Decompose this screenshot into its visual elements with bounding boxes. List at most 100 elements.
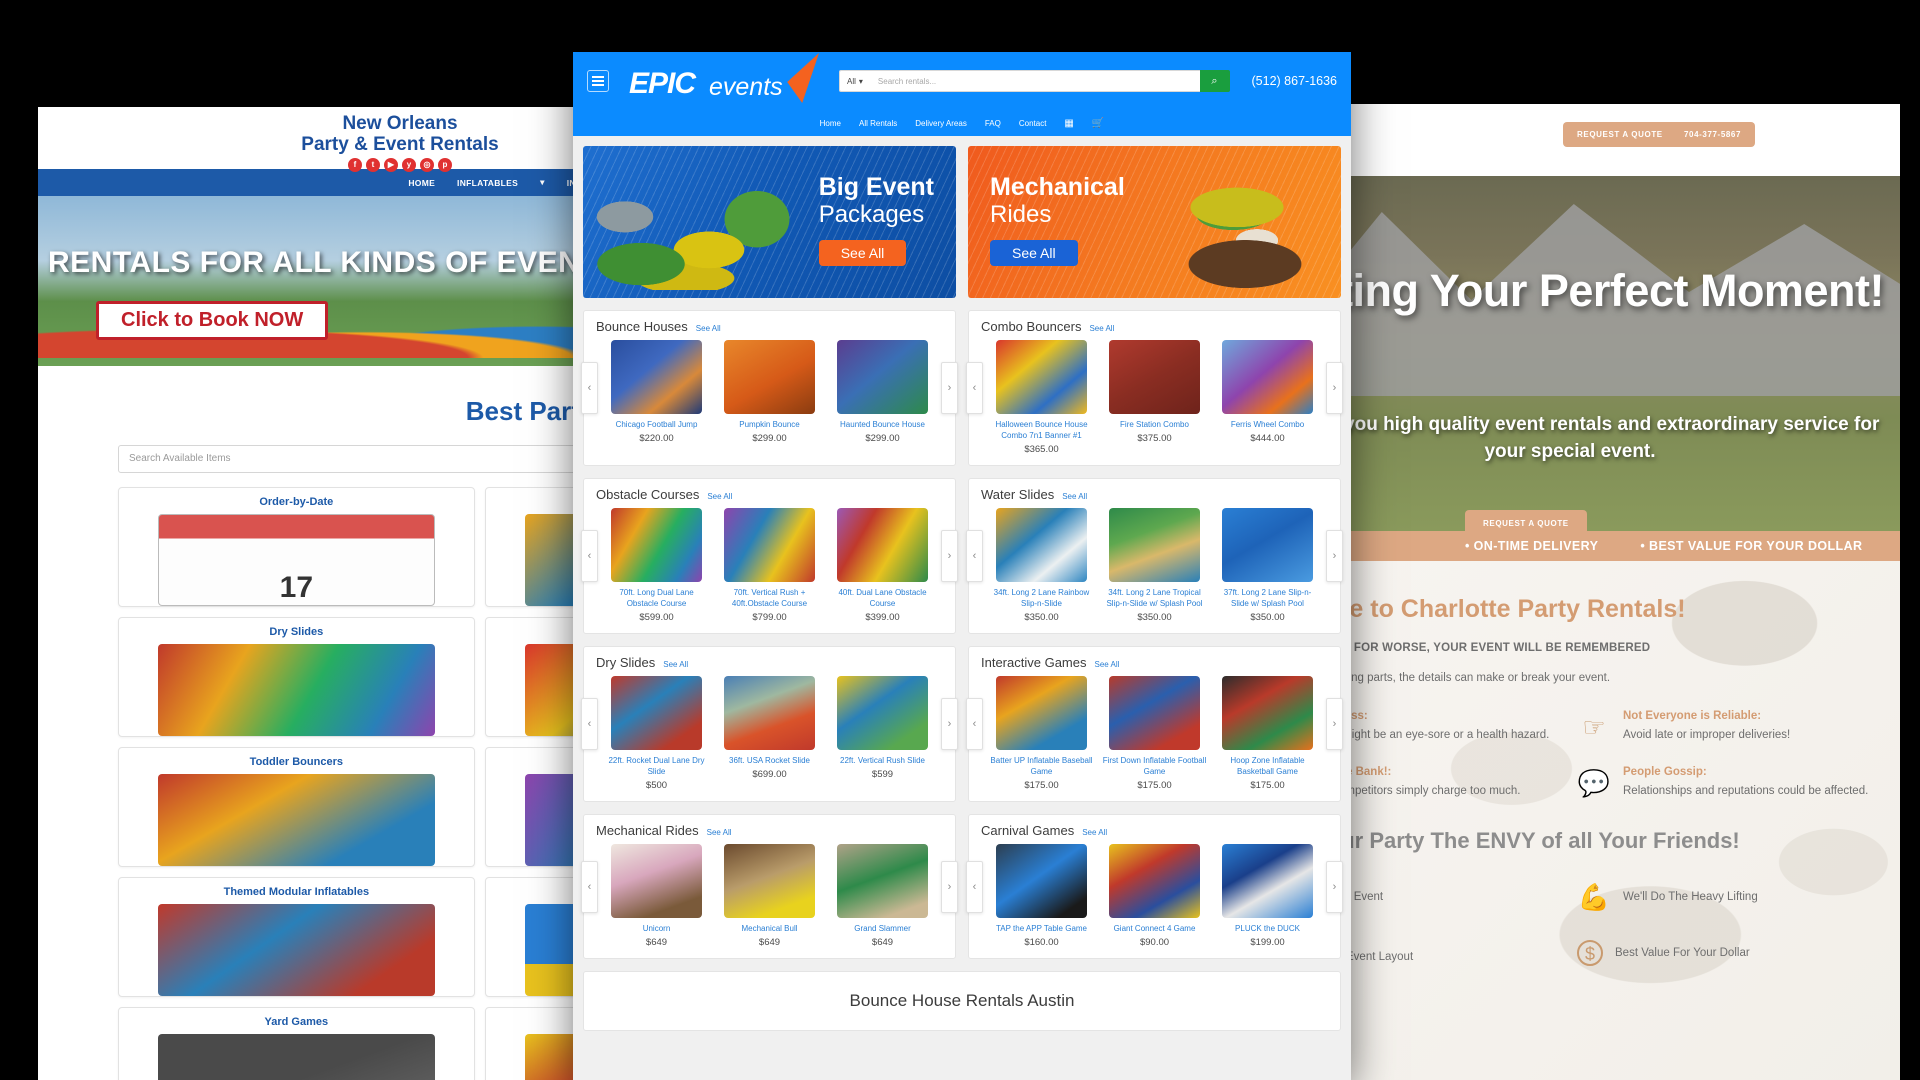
social-icons[interactable]: f t ▶ y ◎ p (230, 158, 570, 172)
book-now-button[interactable]: Click to Book NOW (96, 301, 329, 340)
nav-item-faq[interactable]: FAQ (985, 119, 1001, 128)
menu-icon[interactable] (587, 70, 609, 92)
epic-events-logo[interactable]: EPIC events (619, 53, 829, 103)
product-name[interactable]: Pumpkin Bounce (717, 419, 822, 430)
product-name[interactable]: 37ft. Long 2 Lane Slip-n-Slide w/ Splash… (1215, 587, 1320, 609)
product-card[interactable]: Ferris Wheel Combo $444.00 (1211, 338, 1324, 455)
carousel-next-icon[interactable]: › (1326, 860, 1343, 913)
category-card[interactable]: Toddler Bouncers (118, 747, 475, 867)
epic-events-browser-window[interactable]: EPIC events All ▾ Search rentals... ⌕ (5… (573, 52, 1351, 1080)
product-name[interactable]: 22ft. Vertical Rush Slide (830, 755, 935, 766)
search-input[interactable]: Search rentals... (869, 70, 1200, 92)
carousel-prev-icon[interactable]: ‹ (966, 698, 983, 750)
product-name[interactable]: Batter UP Inflatable Baseball Game (989, 755, 1094, 777)
request-quote-button-hero[interactable]: REQUEST A QUOTE (1465, 510, 1587, 531)
cart-icon[interactable]: 🛒 (1092, 118, 1104, 129)
product-card[interactable]: 36ft. USA Rocket Slide $699.00 (713, 674, 826, 791)
product-name[interactable]: 34ft. Long 2 Lane Rainbow Slip-n-Slide (989, 587, 1094, 609)
product-card[interactable]: PLUCK the DUCK $199.00 (1211, 842, 1324, 948)
product-name[interactable]: Fire Station Combo (1102, 419, 1207, 430)
carousel-prev-icon[interactable]: ‹ (581, 362, 598, 414)
product-card[interactable]: Haunted Bounce House $299.00 (826, 338, 939, 444)
nav-item-home[interactable]: HOME (408, 178, 435, 188)
carousel-next-icon[interactable]: › (1326, 362, 1343, 414)
request-quote-button-top[interactable]: REQUEST A QUOTE (1563, 122, 1677, 147)
product-name[interactable]: Grand Slammer (830, 923, 935, 934)
category-card[interactable]: Yard Games (118, 1007, 475, 1080)
see-all-link[interactable]: See All (1082, 828, 1107, 837)
product-name[interactable]: Chicago Football Jump (604, 419, 709, 430)
product-card[interactable]: Unicorn $649 (600, 842, 713, 948)
nav-item-all-rentals[interactable]: All Rentals (859, 119, 897, 128)
product-name[interactable]: Hoop Zone Inflatable Basketball Game (1215, 755, 1320, 777)
product-name[interactable]: PLUCK the DUCK (1215, 923, 1320, 934)
product-name[interactable]: Giant Connect 4 Game (1102, 923, 1207, 934)
nav-item-home[interactable]: Home (820, 119, 841, 128)
product-name[interactable]: 40ft. Dual Lane Obstacle Course (830, 587, 935, 609)
product-name[interactable]: Unicorn (604, 923, 709, 934)
carousel-prev-icon[interactable]: ‹ (581, 530, 598, 582)
product-name[interactable]: 70ft. Long Dual Lane Obstacle Course (604, 587, 709, 609)
epic-nav[interactable]: Home All Rentals Delivery Areas FAQ Cont… (573, 110, 1351, 136)
product-card[interactable]: 22ft. Rocket Dual Lane Dry Slide $500 (600, 674, 713, 791)
yelp-icon[interactable]: y (402, 158, 416, 172)
search-scope-dropdown[interactable]: All ▾ (839, 70, 870, 92)
charlotte-browser-window[interactable]: REQUEST A QUOTE 704-377-5867 Creating Yo… (1345, 104, 1900, 1080)
product-card[interactable]: Halloween Bounce House Combo 7n1 Banner … (985, 338, 1098, 455)
carousel-next-icon[interactable]: › (1326, 698, 1343, 750)
product-card[interactable]: Batter UP Inflatable Baseball Game $175.0… (985, 674, 1098, 791)
product-card[interactable]: 37ft. Long 2 Lane Slip-n-Slide w/ Splash… (1211, 506, 1324, 623)
product-card[interactable]: 70ft. Vertical Rush + 40ft.Obstacle Cour… (713, 506, 826, 623)
product-name[interactable]: 36ft. USA Rocket Slide (717, 755, 822, 766)
phone-button-top[interactable]: 704-377-5867 (1670, 122, 1756, 147)
product-name[interactable]: 22ft. Rocket Dual Lane Dry Slide (604, 755, 709, 777)
product-name[interactable]: Halloween Bounce House Combo 7n1 Banner … (989, 419, 1094, 441)
product-name[interactable]: Haunted Bounce House (830, 419, 935, 430)
product-card[interactable]: Fire Station Combo $375.00 (1098, 338, 1211, 455)
banner-see-all-button[interactable]: See All (818, 240, 907, 266)
product-card[interactable]: 34ft. Long 2 Lane Tropical Slip-n-Slide … (1098, 506, 1211, 623)
nav-item-delivery-areas[interactable]: Delivery Areas (915, 119, 967, 128)
instagram-icon[interactable]: ◎ (420, 158, 434, 172)
banner-mechanical-rides[interactable]: Mechanical Rides See All (968, 146, 1341, 298)
carousel-next-icon[interactable]: › (941, 362, 958, 414)
carousel-prev-icon[interactable]: ‹ (581, 698, 598, 750)
nav-item-inflatables[interactable]: INFLATABLES (457, 178, 518, 188)
see-all-link[interactable]: See All (1062, 492, 1087, 501)
carousel-next-icon[interactable]: › (941, 698, 958, 750)
see-all-link[interactable]: See All (707, 492, 732, 501)
product-card[interactable]: Hoop Zone Inflatable Basketball Game $175… (1211, 674, 1324, 791)
carousel-next-icon[interactable]: › (941, 530, 958, 582)
carousel-prev-icon[interactable]: ‹ (966, 530, 983, 582)
product-name[interactable]: First Down Inflatable Football Game (1102, 755, 1207, 777)
product-name[interactable]: TAP the APP Table Game (989, 923, 1094, 934)
twitter-icon[interactable]: t (366, 158, 380, 172)
product-card[interactable]: First Down Inflatable Football Game $175.… (1098, 674, 1211, 791)
pinterest-icon[interactable]: p (438, 158, 452, 172)
carousel-next-icon[interactable]: › (941, 860, 958, 913)
category-card[interactable]: Order-by-Date 17 (118, 487, 475, 607)
carousel-prev-icon[interactable]: ‹ (966, 860, 983, 913)
carousel-prev-icon[interactable]: ‹ (966, 362, 983, 414)
product-card[interactable]: Grand Slammer $649 (826, 842, 939, 948)
nav-item-contact[interactable]: Contact (1019, 119, 1047, 128)
banner-see-all-button[interactable]: See All (990, 240, 1078, 266)
category-card[interactable]: Themed Modular Inflatables (118, 877, 475, 997)
product-card[interactable]: Mechanical Bull $649 (713, 842, 826, 948)
epic-search-bar[interactable]: All ▾ Search rentals... ⌕ (839, 70, 1230, 92)
product-card[interactable]: 34ft. Long 2 Lane Rainbow Slip-n-Slide $3… (985, 506, 1098, 623)
facebook-icon[interactable]: f (348, 158, 362, 172)
calendar-icon[interactable]: ▦ (1064, 118, 1073, 129)
carousel-next-icon[interactable]: › (1326, 530, 1343, 582)
product-card[interactable]: 22ft. Vertical Rush Slide $599 (826, 674, 939, 791)
see-all-link[interactable]: See All (663, 660, 688, 669)
carousel-prev-icon[interactable]: ‹ (581, 860, 598, 913)
product-name[interactable]: Ferris Wheel Combo (1215, 419, 1320, 430)
youtube-icon[interactable]: ▶ (384, 158, 398, 172)
product-name[interactable]: Mechanical Bull (717, 923, 822, 934)
category-card[interactable]: Dry Slides (118, 617, 475, 737)
product-card[interactable]: 70ft. Long Dual Lane Obstacle Course $599… (600, 506, 713, 623)
banner-big-event-packages[interactable]: Big Event Packages See All (583, 146, 956, 298)
search-icon[interactable]: ⌕ (1199, 70, 1230, 92)
see-all-link[interactable]: See All (707, 828, 732, 837)
